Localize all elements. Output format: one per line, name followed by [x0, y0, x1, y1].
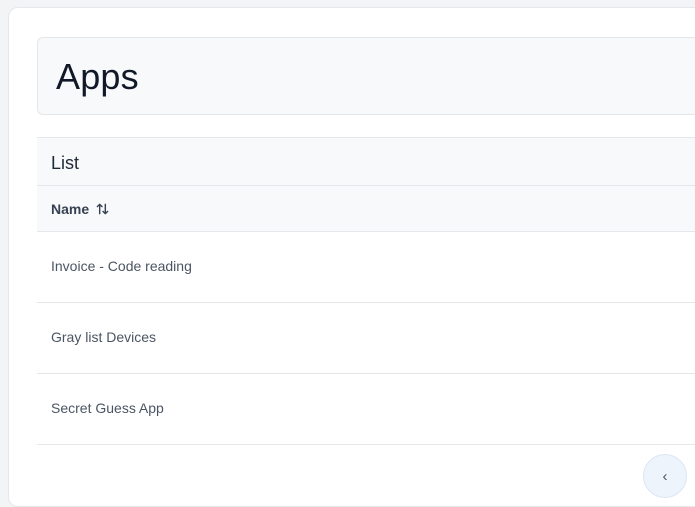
list-title: List: [51, 153, 80, 173]
name-column-label-group: Name: [51, 201, 110, 217]
table-row[interactable]: Gray list Devices: [37, 303, 695, 374]
apps-table: Name Invoice - Code reading Gray list De…: [37, 186, 695, 445]
chevron-icon: ‹: [662, 467, 668, 485]
app-name-cell: Gray list Devices: [51, 329, 157, 345]
apps-list-panel: List Name Invoice - Code reading Gray li…: [37, 137, 695, 497]
name-column-header[interactable]: Name: [37, 186, 695, 232]
table-row[interactable]: Invoice - Code reading: [37, 232, 695, 303]
table-row[interactable]: Secret Guess App: [37, 374, 695, 445]
list-header: List: [37, 137, 695, 186]
page-title: Apps: [56, 56, 139, 97]
app-name-cell: Secret Guess App: [51, 400, 164, 416]
name-column-label: Name: [51, 201, 90, 217]
sort-icon[interactable]: [95, 201, 110, 217]
pagination-button[interactable]: ‹: [643, 454, 687, 498]
app-shell: Apps List Name Invoice - Code reading Gr…: [8, 7, 695, 507]
app-name-cell: Invoice - Code reading: [51, 258, 192, 274]
page-header: Apps: [37, 37, 695, 115]
